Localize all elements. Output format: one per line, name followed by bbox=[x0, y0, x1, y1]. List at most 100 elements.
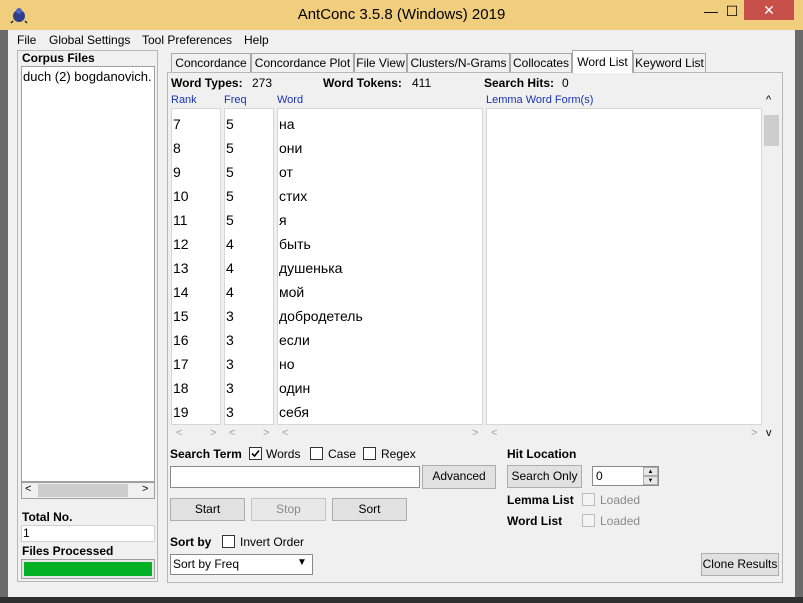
word-list-rank-cell[interactable]: 12 bbox=[173, 236, 189, 252]
scroll-up-icon[interactable]: ^ bbox=[766, 94, 771, 106]
corpus-scroll-thumb[interactable] bbox=[38, 484, 128, 497]
menu-global-settings[interactable]: Global Settings bbox=[49, 31, 130, 49]
hit-location-label: Hit Location bbox=[507, 447, 577, 461]
maximize-button[interactable]: ☐ bbox=[720, 0, 744, 22]
menu-file[interactable]: File bbox=[17, 31, 36, 49]
word-list-freq-cell[interactable]: 3 bbox=[226, 380, 234, 396]
word-column-header[interactable]: Word bbox=[277, 94, 303, 106]
word-list-freq-cell[interactable]: 5 bbox=[226, 188, 234, 204]
hit-location-value[interactable]: 0 bbox=[596, 469, 603, 483]
rank-column-header[interactable]: Rank bbox=[171, 94, 197, 106]
word-list-freq-cell[interactable]: 5 bbox=[226, 140, 234, 156]
word-list-label: Word List bbox=[507, 514, 563, 528]
stop-button[interactable]: Stop bbox=[251, 498, 326, 521]
advanced-button[interactable]: Advanced bbox=[422, 465, 496, 489]
word-list-loaded-label: Loaded bbox=[600, 514, 641, 528]
lemma-scroll-left-icon[interactable]: < bbox=[491, 427, 497, 439]
progress-fill bbox=[24, 562, 152, 576]
word-list-rank-cell[interactable]: 16 bbox=[173, 332, 189, 348]
word-list-word-cell[interactable]: быть bbox=[279, 236, 311, 252]
word-list-freq-cell[interactable]: 4 bbox=[226, 284, 234, 300]
search-term-input[interactable] bbox=[170, 466, 420, 488]
word-list-word-cell[interactable]: они bbox=[279, 140, 302, 156]
word-list-word-cell[interactable]: себя bbox=[279, 404, 309, 420]
scroll-down-icon[interactable]: v bbox=[766, 427, 772, 439]
sort-by-label: Sort by bbox=[170, 535, 212, 549]
word-types-value: 273 bbox=[252, 76, 273, 90]
word-list-rank-cell[interactable]: 19 bbox=[173, 404, 189, 420]
word-list-rank-cell[interactable]: 14 bbox=[173, 284, 189, 300]
lemma-column-header[interactable]: Lemma Word Form(s) bbox=[486, 94, 593, 106]
invert-order-checkbox[interactable] bbox=[222, 535, 235, 548]
lemma-scroll-right-icon[interactable]: > bbox=[751, 427, 757, 439]
word-list-word-cell[interactable]: я bbox=[279, 212, 287, 228]
word-list-word-cell[interactable]: душенька bbox=[279, 260, 342, 276]
word-list-rank-cell[interactable]: 17 bbox=[173, 356, 189, 372]
total-no-field bbox=[21, 525, 155, 542]
sort-button[interactable]: Sort bbox=[332, 498, 407, 521]
tab-keyword-list[interactable]: Keyword List bbox=[633, 53, 706, 72]
spinner-up-icon[interactable]: ▲ bbox=[643, 467, 658, 476]
total-no-value: 1 bbox=[23, 526, 30, 540]
word-list-freq-cell[interactable]: 4 bbox=[226, 236, 234, 252]
word-list-word-cell[interactable]: стих bbox=[279, 188, 307, 204]
tab-clusters-ngrams[interactable]: Clusters/N-Grams bbox=[407, 53, 510, 72]
word-list-rank-cell[interactable]: 15 bbox=[173, 308, 189, 324]
word-list-freq-cell[interactable]: 3 bbox=[226, 356, 234, 372]
word-list-freq-cell[interactable]: 5 bbox=[226, 116, 234, 132]
word-list-word-cell[interactable]: но bbox=[279, 356, 295, 372]
case-checkbox[interactable] bbox=[310, 447, 323, 460]
freq-scroll-left-icon[interactable]: < bbox=[229, 427, 235, 439]
word-list-rank-cell[interactable]: 9 bbox=[173, 164, 181, 180]
clone-results-button[interactable]: Clone Results bbox=[701, 553, 779, 576]
word-list-word-cell[interactable]: один bbox=[279, 380, 310, 396]
word-list-word-cell[interactable]: на bbox=[279, 116, 295, 132]
close-button[interactable]: ✕ bbox=[744, 0, 794, 20]
scroll-left-icon[interactable]: < bbox=[25, 483, 31, 495]
word-list-word-cell[interactable]: от bbox=[279, 164, 293, 180]
rank-scroll-right-icon[interactable]: > bbox=[210, 427, 216, 439]
tab-collocates[interactable]: Collocates bbox=[510, 53, 572, 72]
word-list-freq-cell[interactable]: 5 bbox=[226, 164, 234, 180]
tab-concordance-plot[interactable]: Concordance Plot bbox=[251, 53, 354, 72]
lemma-list-loaded-checkbox[interactable] bbox=[582, 493, 595, 506]
chevron-down-icon[interactable]: ▼ bbox=[297, 557, 307, 568]
word-list-word-cell[interactable]: мой bbox=[279, 284, 304, 300]
start-button[interactable]: Start bbox=[170, 498, 245, 521]
lemma-column[interactable] bbox=[486, 108, 762, 425]
word-list-rank-cell[interactable]: 8 bbox=[173, 140, 181, 156]
tab-concordance[interactable]: Concordance bbox=[171, 53, 251, 72]
word-list-rank-cell[interactable]: 11 bbox=[173, 212, 188, 228]
word-list-word-cell[interactable]: если bbox=[279, 332, 310, 348]
tab-file-view[interactable]: File View bbox=[354, 53, 407, 72]
word-list-loaded-checkbox[interactable] bbox=[582, 514, 595, 527]
regex-checkbox[interactable] bbox=[363, 447, 376, 460]
words-checkbox[interactable] bbox=[249, 447, 262, 460]
corpus-file-list[interactable] bbox=[21, 66, 155, 482]
menu-tool-preferences[interactable]: Tool Preferences bbox=[142, 31, 232, 49]
corpus-file-item[interactable]: duch (2) bogdanovich. bbox=[23, 69, 153, 84]
word-list-rank-cell[interactable]: 7 bbox=[173, 116, 181, 132]
word-list-rank-cell[interactable]: 10 bbox=[173, 188, 189, 204]
word-list-freq-cell[interactable]: 4 bbox=[226, 260, 234, 276]
spinner-down-icon[interactable]: ▼ bbox=[643, 476, 658, 485]
menu-help[interactable]: Help bbox=[244, 31, 269, 49]
tab-word-list[interactable]: Word List bbox=[572, 50, 633, 73]
total-no-label: Total No. bbox=[22, 510, 73, 524]
word-scroll-right-icon[interactable]: > bbox=[472, 427, 478, 439]
freq-column-header[interactable]: Freq bbox=[224, 94, 247, 106]
word-list-rank-cell[interactable]: 18 bbox=[173, 380, 189, 396]
rank-scroll-left-icon[interactable]: < bbox=[176, 427, 182, 439]
word-list-freq-cell[interactable]: 3 bbox=[226, 404, 234, 420]
vertical-scroll-thumb[interactable] bbox=[764, 115, 779, 146]
search-only-button[interactable]: Search Only bbox=[507, 465, 582, 488]
freq-scroll-right-icon[interactable]: > bbox=[263, 427, 269, 439]
invert-order-label: Invert Order bbox=[240, 535, 305, 549]
word-scroll-left-icon[interactable]: < bbox=[282, 427, 288, 439]
word-list-freq-cell[interactable]: 3 bbox=[226, 308, 234, 324]
word-list-rank-cell[interactable]: 13 bbox=[173, 260, 189, 276]
word-list-freq-cell[interactable]: 5 bbox=[226, 212, 234, 228]
scroll-right-icon[interactable]: > bbox=[142, 483, 148, 495]
word-list-freq-cell[interactable]: 3 bbox=[226, 332, 234, 348]
word-list-word-cell[interactable]: добродетель bbox=[279, 308, 363, 324]
